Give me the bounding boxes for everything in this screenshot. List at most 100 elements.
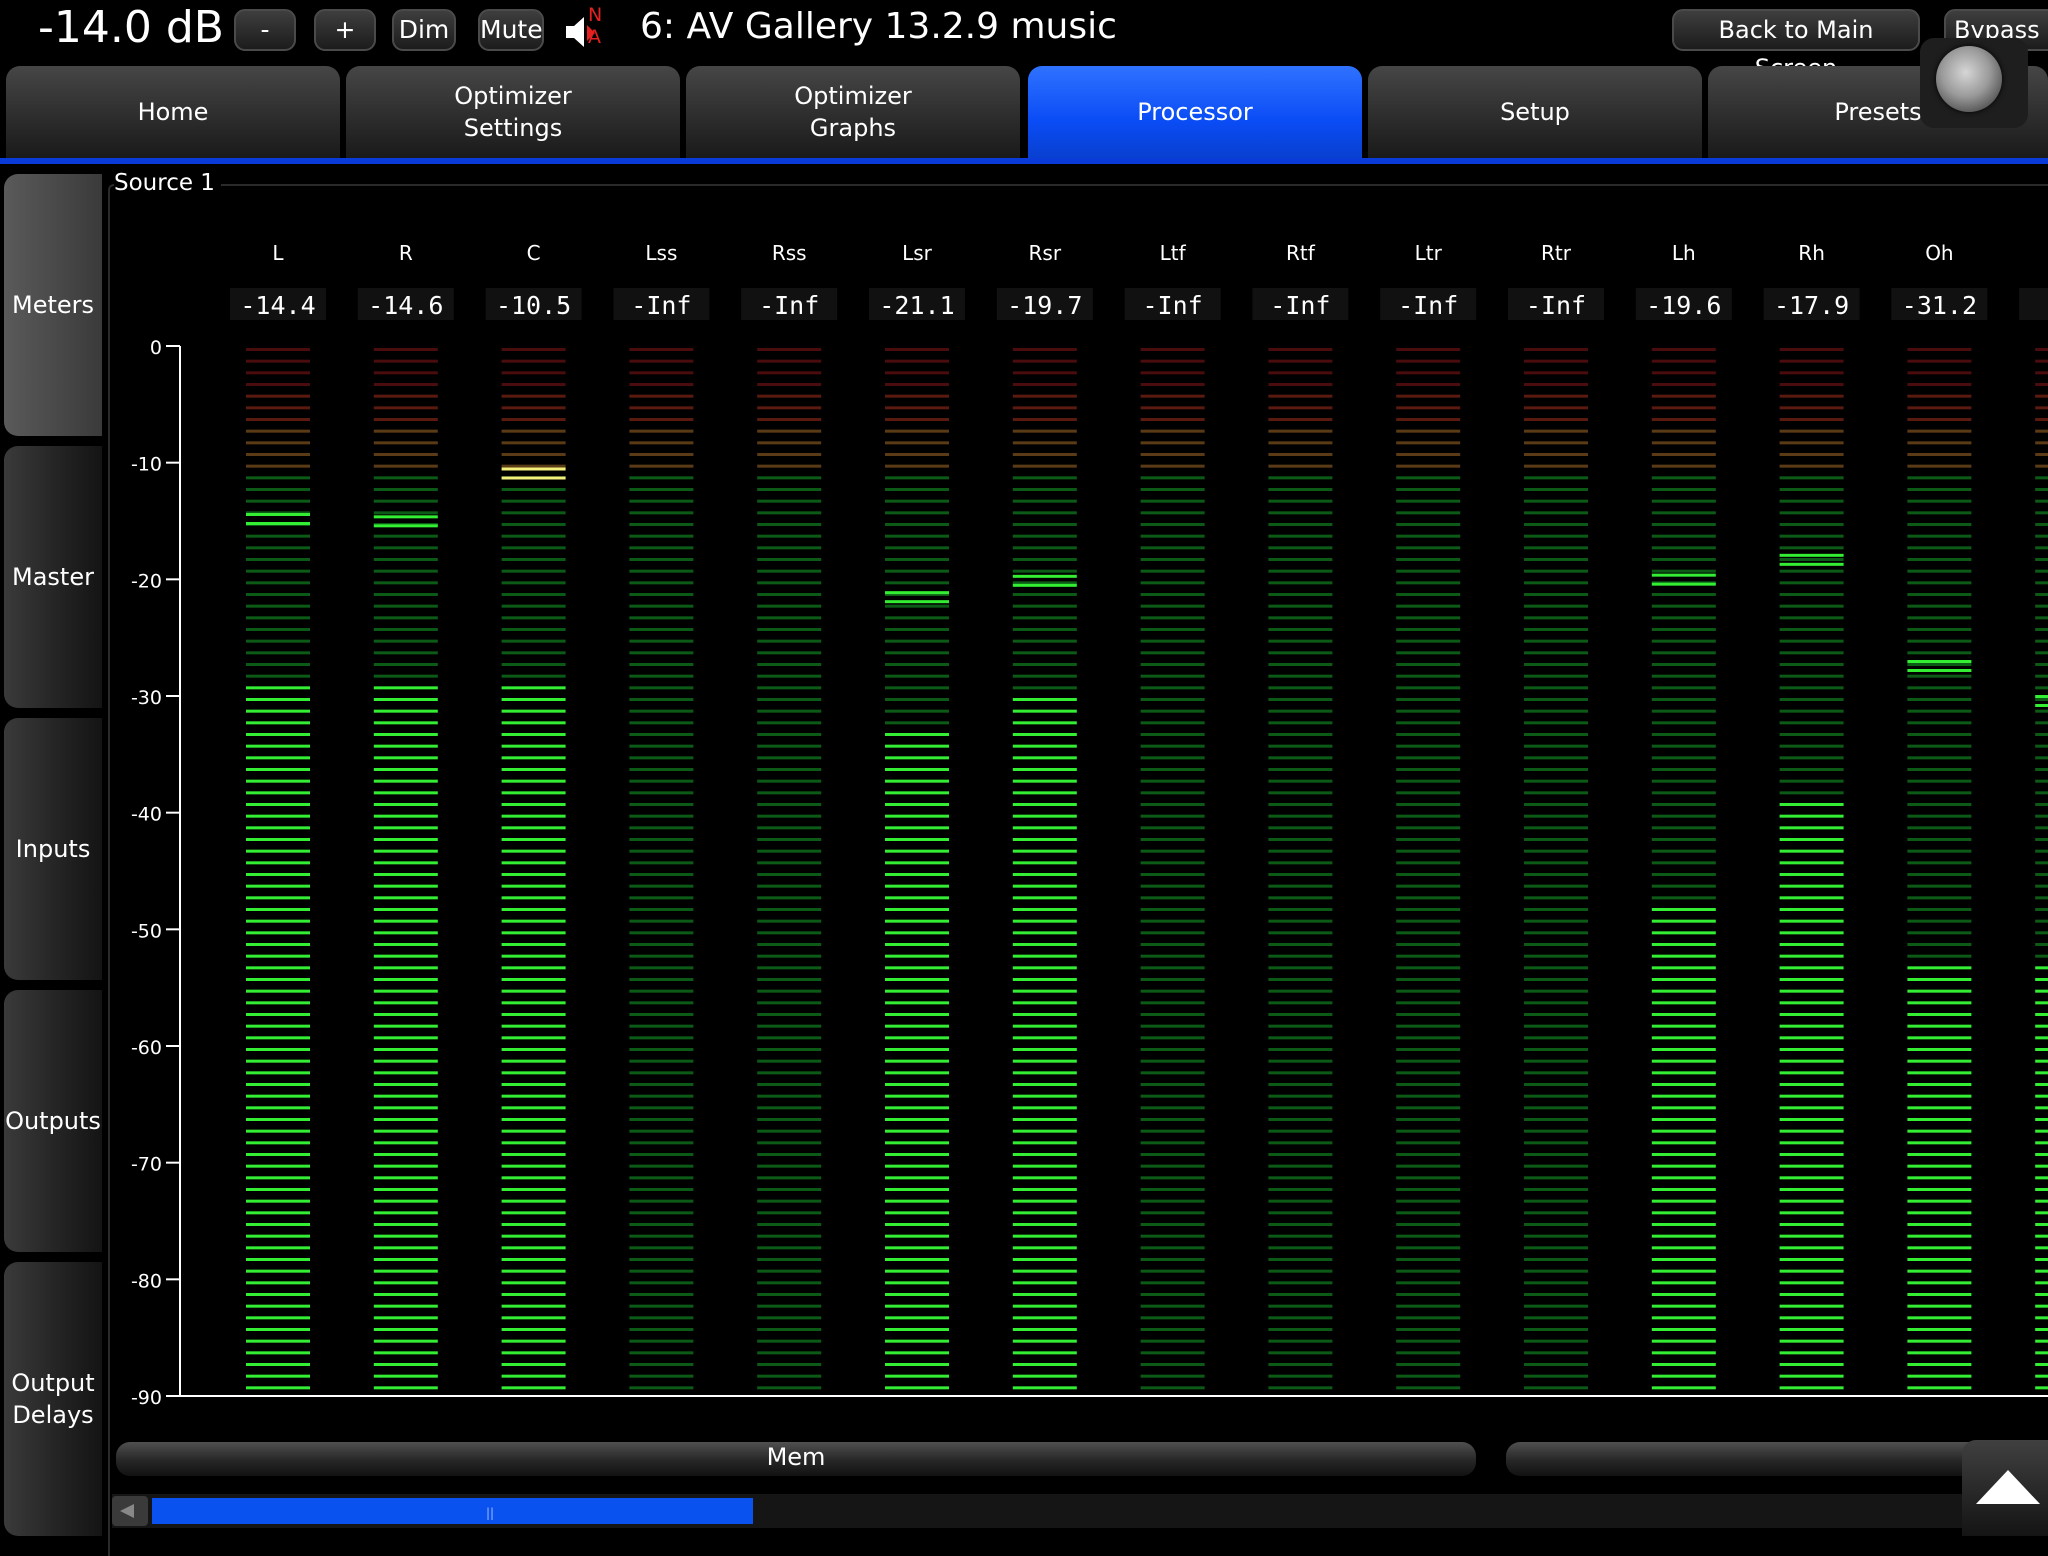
- peak-hold-marker: [2035, 704, 2048, 707]
- scrollbar-thumb[interactable]: ||: [152, 1498, 753, 1524]
- up-arrow-icon[interactable]: [1962, 1440, 2048, 1536]
- meter-segment: [2035, 1211, 2048, 1215]
- meter-segment: [1396, 1013, 1461, 1016]
- meter-segment: [1779, 1118, 1844, 1121]
- meter-segment: [1396, 604, 1461, 608]
- side-tab-outputs[interactable]: Outputs: [4, 990, 102, 1252]
- meter-segment: [757, 406, 822, 410]
- back-to-main-screen-button[interactable]: Back to Main Screen: [1672, 9, 1920, 82]
- meter-segment: [757, 604, 822, 608]
- tab-processor[interactable]: Processor: [1028, 66, 1362, 158]
- meter-segment: [1012, 1164, 1077, 1168]
- left-arrow-icon[interactable]: [112, 1496, 148, 1526]
- meter-segment: [501, 1339, 566, 1343]
- side-tab-output-delays[interactable]: Output Delays: [4, 1262, 102, 1536]
- channel-name-label: Lsr: [902, 241, 933, 265]
- meter-segment: [1779, 1083, 1844, 1086]
- meter-segment: [1140, 1118, 1205, 1121]
- meter-segment: [1907, 1083, 1972, 1086]
- meter-segment: [501, 1234, 566, 1238]
- meter-segment: [501, 1304, 566, 1308]
- meter-segment: [373, 1258, 438, 1261]
- channel-name-label: Rh: [1798, 241, 1825, 265]
- top-bar: -14.0 dB - + Dim Mute N A 6: AV Gallery …: [0, 0, 2048, 82]
- volume-knob[interactable]: [1920, 38, 2028, 128]
- meter-segment: [885, 383, 949, 386]
- meter-segment: [757, 488, 822, 491]
- meter-segment: [885, 1258, 949, 1261]
- meter-segment: [1907, 919, 1972, 923]
- meter-segment: [1779, 581, 1844, 585]
- meter-segment: [2035, 674, 2048, 678]
- meter-segment: [629, 1223, 694, 1226]
- meter-segment: [1651, 1153, 1716, 1156]
- meter-segment: [501, 418, 566, 421]
- meter-segment: [1396, 814, 1461, 818]
- meter-segment: [1268, 1234, 1333, 1238]
- meter-segment: [1524, 616, 1588, 620]
- meter-segment: [246, 1223, 310, 1226]
- meter-segment: [373, 814, 438, 818]
- meter-segment: [373, 581, 438, 585]
- mute-button[interactable]: Mute: [478, 9, 544, 51]
- tab-optimizer-graphs[interactable]: Optimizer Graphs: [686, 66, 1020, 158]
- meter-segment: [1524, 1024, 1588, 1028]
- meter-segment: [501, 884, 566, 888]
- meter-segment: [373, 1164, 438, 1168]
- meter-segment: [501, 919, 566, 923]
- knob-icon[interactable]: [1936, 46, 2002, 112]
- meter-segment: [2035, 663, 2048, 666]
- meter-segment: [501, 756, 566, 760]
- mem-button[interactable]: Mem: [116, 1442, 1476, 1476]
- meter-segment: [885, 674, 949, 678]
- side-tab-meters[interactable]: Meters: [4, 174, 102, 436]
- meter-segment: [373, 453, 438, 456]
- meter-segment: [885, 1199, 949, 1203]
- meter-segment: [1140, 1141, 1205, 1145]
- tab-optimizer-settings[interactable]: Optimizer Settings: [346, 66, 680, 158]
- meter-segment: [629, 733, 694, 736]
- dim-button[interactable]: Dim: [392, 9, 456, 51]
- meter-segment: [1907, 546, 1972, 550]
- meter-segment: [1907, 931, 1972, 935]
- meter-segment: [1524, 628, 1588, 631]
- secondary-bar-button[interactable]: [1506, 1442, 1976, 1476]
- volume-down-button[interactable]: -: [234, 9, 296, 51]
- meter-segment: [629, 1281, 694, 1285]
- meter-segment: [2035, 1129, 2048, 1133]
- meter-segment: [501, 464, 566, 468]
- master-volume-readout[interactable]: -14.0 dB: [38, 2, 224, 53]
- meter-segment: [2035, 989, 2048, 993]
- horizontal-scrollbar[interactable]: ||: [112, 1494, 1962, 1528]
- meter-segment: [757, 1258, 822, 1261]
- side-tab-master[interactable]: Master: [4, 446, 102, 708]
- tab-setup[interactable]: Setup: [1368, 66, 1702, 158]
- tab-home[interactable]: Home: [6, 66, 340, 158]
- meter-segment: [246, 546, 310, 550]
- side-tab-inputs[interactable]: Inputs: [4, 718, 102, 980]
- meter-segment: [1524, 896, 1588, 900]
- meter-segment: [1268, 1118, 1333, 1121]
- meter-segment: [885, 1024, 949, 1028]
- meter-segment: [501, 406, 566, 410]
- meter-segment: [1140, 931, 1205, 935]
- meter-segment: [629, 406, 694, 410]
- meter-segment: [1012, 616, 1077, 620]
- meter-segment: [1268, 1269, 1333, 1273]
- meter-segment: [1779, 978, 1844, 981]
- meter-segment: [1140, 429, 1205, 433]
- volume-up-button[interactable]: +: [314, 9, 376, 51]
- meter-segment: [1907, 628, 1972, 631]
- channel-name-label: C: [527, 241, 541, 265]
- meter-segment: [1012, 394, 1077, 398]
- meter-segment: [1779, 756, 1844, 760]
- meter-segment: [1396, 639, 1461, 643]
- meter-segment: [1651, 1129, 1716, 1133]
- meter-segment: [629, 651, 694, 655]
- meter-segment: [1268, 674, 1333, 678]
- meter-segment: [1396, 593, 1461, 596]
- meter-segment: [1779, 604, 1844, 608]
- meter-segment: [1012, 826, 1077, 830]
- grip-icon: ||: [486, 1506, 495, 1520]
- meter-segment: [757, 686, 822, 690]
